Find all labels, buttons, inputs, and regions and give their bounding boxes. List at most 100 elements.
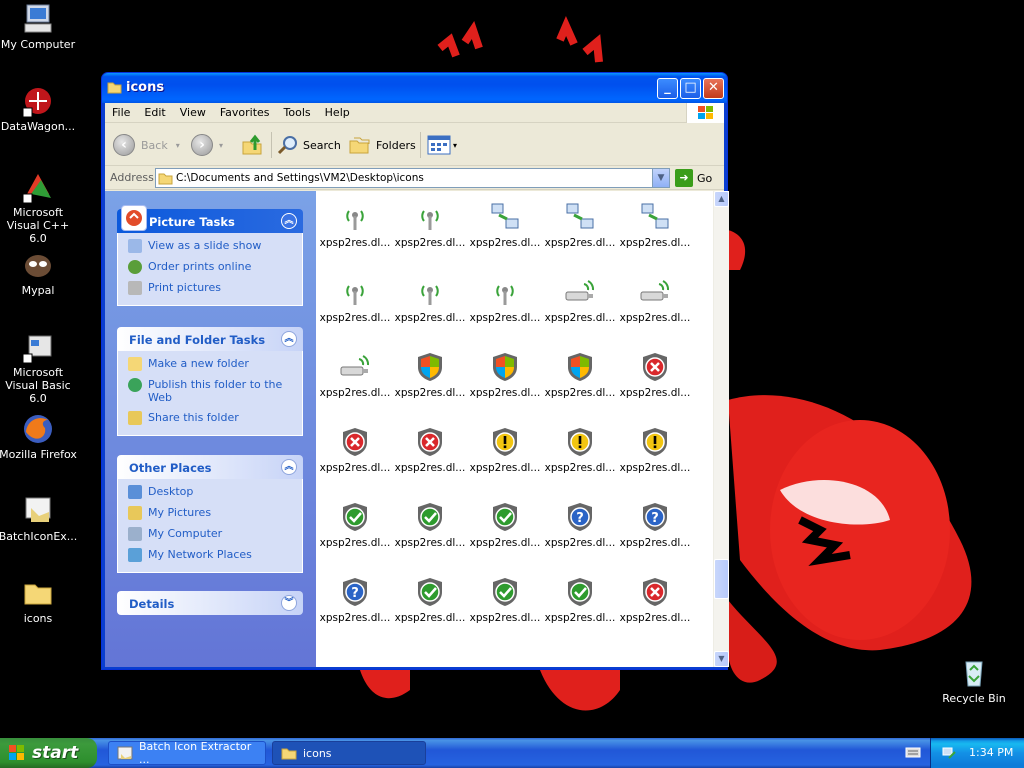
views-button[interactable]: ▾ [427, 132, 457, 158]
go-button[interactable]: ➜ Go [675, 169, 712, 187]
menu-tools[interactable]: Tools [277, 103, 318, 119]
scrollbar-thumb[interactable] [714, 559, 729, 599]
place-desktop[interactable]: Desktop [128, 485, 292, 499]
back-button[interactable]: ‹ Back ▾ [113, 132, 180, 158]
file-item[interactable]: xpsp2res.dl... [468, 201, 542, 249]
scroll-up-button[interactable]: ▲ [714, 191, 729, 207]
go-arrow-icon: ➜ [675, 169, 693, 187]
file-item[interactable]: xpsp2res.dl... [318, 276, 392, 324]
window-titlebar[interactable]: icons _ □ ✕ [102, 73, 727, 103]
file-item[interactable]: xpsp2res.dl... [393, 501, 467, 549]
details-header[interactable]: Details ︾ [117, 591, 303, 615]
up-folder-button[interactable] [241, 132, 263, 158]
file-item[interactable]: xpsp2res.dl... [543, 426, 617, 474]
file-item[interactable]: xpsp2res.dl... [393, 201, 467, 249]
expand-chevron-icon[interactable]: ︾ [281, 595, 297, 611]
place-my-network-places[interactable]: My Network Places [128, 548, 292, 562]
maximize-button[interactable]: □ [680, 78, 701, 99]
taskbar-item-icons[interactable]: icons [272, 741, 426, 765]
menu-favorites[interactable]: Favorites [213, 103, 277, 119]
file-item[interactable]: xpsp2res.dl... [318, 351, 392, 399]
menu-file[interactable]: File [105, 103, 137, 119]
search-button[interactable]: Search [277, 132, 341, 158]
address-input[interactable]: C:\Documents and Settings\VM2\Desktop\ic… [155, 168, 670, 188]
file-item[interactable]: xpsp2res.dl... [468, 501, 542, 549]
file-folder-tasks-panel: File and Folder Tasks ︽ Make a new folde… [117, 327, 303, 436]
file-item-label: xpsp2res.dl... [394, 312, 466, 324]
vertical-scrollbar[interactable]: ▲ ▼ [713, 191, 729, 667]
menu-view[interactable]: View [173, 103, 213, 119]
desktop-icon-mypal[interactable]: Mypal [0, 248, 78, 297]
desktop-icon-my-computer[interactable]: My Computer [0, 2, 78, 51]
task-print-pictures[interactable]: Print pictures [128, 281, 292, 295]
clock[interactable]: 1:34 PM [969, 746, 1013, 759]
close-button[interactable]: ✕ [703, 78, 724, 99]
file-item[interactable]: xpsp2res.dl... [468, 276, 542, 324]
desktop-icon-visual-cpp[interactable]: Microsoft Visual C++ 6.0 [0, 170, 78, 245]
file-item[interactable]: xpsp2res.dl... [393, 426, 467, 474]
desktop-icon-recycle-bin[interactable]: Recycle Bin [934, 656, 1014, 705]
folder-icon [281, 748, 297, 760]
file-item[interactable]: xpsp2res.dl... [618, 351, 692, 399]
search-icon [277, 136, 297, 155]
file-item[interactable]: xpsp2res.dl... [618, 276, 692, 324]
collapse-chevron-icon[interactable]: ︽ [281, 459, 297, 475]
file-item[interactable]: xpsp2res.dl... [543, 276, 617, 324]
file-item[interactable]: xpsp2res.dl... [393, 351, 467, 399]
file-folder-tasks-header[interactable]: File and Folder Tasks ︽ [117, 327, 303, 351]
start-button[interactable]: start [0, 738, 97, 768]
folders-button[interactable]: Folders [348, 132, 416, 158]
file-item[interactable]: ? xpsp2res.dl... [618, 501, 692, 549]
address-dropdown-button[interactable]: ▼ [652, 169, 669, 187]
desktop-icon-batchiconextractor[interactable]: BatchIconEx... [0, 494, 78, 543]
file-item[interactable]: xpsp2res.dl... [393, 276, 467, 324]
task-view-slide-show[interactable]: View as a slide show [128, 239, 292, 253]
file-item[interactable]: xpsp2res.dl... [318, 201, 392, 249]
desktop-icon-icons-folder[interactable]: icons [0, 576, 78, 625]
other-places-header[interactable]: Other Places ︽ [117, 455, 303, 479]
place-my-pictures[interactable]: My Pictures [128, 506, 292, 520]
menu-edit[interactable]: Edit [137, 103, 172, 119]
shield-red-icon [618, 351, 692, 383]
desktop-icon-visual-basic[interactable]: Microsoft Visual Basic 6.0 [0, 330, 78, 405]
windows-logo-icon [686, 103, 724, 123]
task-publish-folder[interactable]: Publish this folder to the Web [128, 378, 292, 404]
task-share-folder[interactable]: Share this folder [128, 411, 292, 425]
file-item[interactable]: xpsp2res.dl... [618, 576, 692, 624]
file-item[interactable]: xpsp2res.dl... [543, 351, 617, 399]
file-item[interactable]: xpsp2res.dl... [318, 501, 392, 549]
back-dropdown-icon[interactable]: ▾ [176, 141, 180, 150]
file-item[interactable]: xpsp2res.dl... [543, 201, 617, 249]
place-my-computer[interactable]: My Computer [128, 527, 292, 541]
forward-dropdown-icon[interactable]: ▾ [219, 141, 223, 150]
picture-tasks-header[interactable]: Picture Tasks ︽ [117, 205, 303, 233]
network-tray-icon[interactable] [941, 745, 957, 761]
shield-blue-icon: ? [318, 576, 392, 608]
taskbar-item-batch-icon-extractor[interactable]: Batch Icon Extractor ... [108, 740, 266, 766]
file-item[interactable]: ? xpsp2res.dl... [543, 501, 617, 549]
file-item[interactable]: xpsp2res.dl... [468, 351, 542, 399]
file-item-label: xpsp2res.dl... [469, 312, 541, 324]
file-item[interactable]: xpsp2res.dl... [468, 576, 542, 624]
antenna-icon [318, 276, 392, 308]
menu-help[interactable]: Help [318, 103, 357, 119]
desktop-icon-firefox[interactable]: Mozilla Firefox [0, 412, 78, 461]
scroll-down-button[interactable]: ▼ [714, 651, 729, 667]
keyboard-icon[interactable] [905, 745, 921, 759]
desktop-icon-datawagon[interactable]: DataWagon... [0, 84, 78, 133]
collapse-chevron-icon[interactable]: ︽ [281, 213, 297, 229]
task-make-new-folder[interactable]: Make a new folder [128, 357, 292, 371]
file-item[interactable]: xpsp2res.dl... [618, 201, 692, 249]
file-item[interactable]: xpsp2res.dl... [618, 426, 692, 474]
file-item-label: xpsp2res.dl... [469, 387, 541, 399]
file-item[interactable]: ? xpsp2res.dl... [318, 576, 392, 624]
forward-button[interactable]: › ▾ [191, 132, 223, 158]
task-pane: Picture Tasks ︽ View as a slide show Ord… [105, 191, 316, 667]
file-item[interactable]: xpsp2res.dl... [318, 426, 392, 474]
file-item[interactable]: xpsp2res.dl... [393, 576, 467, 624]
collapse-chevron-icon[interactable]: ︽ [281, 331, 297, 347]
task-order-prints[interactable]: Order prints online [128, 260, 292, 274]
file-item[interactable]: xpsp2res.dl... [468, 426, 542, 474]
minimize-button[interactable]: _ [657, 78, 678, 99]
file-item[interactable]: xpsp2res.dl... [543, 576, 617, 624]
